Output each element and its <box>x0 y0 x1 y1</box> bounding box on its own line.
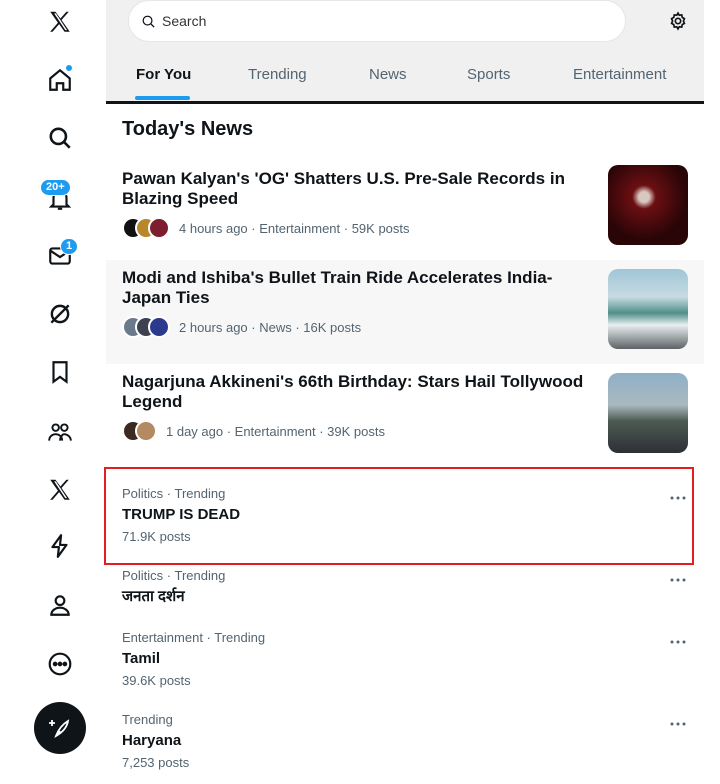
news-headline: Modi and Ishiba's Bullet Train Ride Acce… <box>122 268 553 307</box>
compose-post-icon <box>49 719 70 739</box>
news-meta: 1 day ago · Entertainment · 39K posts <box>122 420 385 442</box>
tab-sports[interactable]: Sports <box>467 52 510 100</box>
more-options-icon[interactable] <box>666 490 690 506</box>
trend-category: Politics · Trending <box>122 568 226 583</box>
news-meta: 2 hours ago · News · 16K posts <box>122 316 361 338</box>
search-input[interactable]: Search <box>162 13 206 29</box>
avatar <box>148 217 170 239</box>
trend-post-count: 39.6K posts <box>122 673 191 688</box>
home-unread-dot <box>65 64 73 72</box>
news-thumbnail <box>608 165 688 245</box>
news-meta-text: 1 day ago · Entertainment · 39K posts <box>166 423 385 439</box>
news-item[interactable]: Nagarjuna Akkineni's 66th Birthday: Star… <box>106 364 704 468</box>
trend-item[interactable]: Entertainment · Trending Tamil 39.6K pos… <box>106 628 704 710</box>
section-title: Today's News <box>122 118 254 140</box>
sidebar: 20+ 1 <box>0 0 106 784</box>
premium-x-icon[interactable] <box>45 475 75 505</box>
trend-name: TRUMP IS DEAD <box>122 506 241 523</box>
tab-for-you[interactable]: For You <box>136 52 191 100</box>
more-options-icon[interactable] <box>666 716 690 732</box>
avatar <box>135 420 157 442</box>
news-headline: Pawan Kalyan's 'OG' Shatters U.S. Pre-Sa… <box>122 169 565 208</box>
trend-category: Entertainment · Trending <box>122 630 266 645</box>
gear-icon[interactable] <box>667 10 689 32</box>
avatar <box>148 316 170 338</box>
search-icon <box>142 15 155 28</box>
communities-icon[interactable] <box>45 417 75 447</box>
tab-trending[interactable]: Trending <box>248 52 307 100</box>
trend-item[interactable]: Politics · Trending जनता दर्शन <box>106 566 704 628</box>
avatar-stack <box>122 420 157 442</box>
compose-post-button[interactable] <box>34 702 86 754</box>
notifications-badge: 20+ <box>40 179 71 196</box>
news-thumbnail <box>608 373 688 453</box>
trend-item[interactable]: Trending Haryana 7,253 posts <box>106 710 704 784</box>
more-icon[interactable] <box>45 649 75 679</box>
messages-badge: 1 <box>60 238 79 255</box>
search-bar[interactable]: Search <box>128 0 626 42</box>
trend-post-count: 7,253 posts <box>122 755 190 770</box>
news-meta-text: 2 hours ago · News · 16K posts <box>179 319 362 335</box>
explore-tabs: For You Trending News Sports Entertainme… <box>106 52 704 100</box>
news-item[interactable]: Pawan Kalyan's 'OG' Shatters U.S. Pre-Sa… <box>106 161 704 265</box>
trend-item[interactable]: Politics · Trending TRUMP IS DEAD 71.9K … <box>106 468 704 564</box>
news-headline: Nagarjuna Akkineni's 66th Birthday: Star… <box>122 372 584 411</box>
trend-name: जनता दर्शन <box>122 588 185 605</box>
trend-post-count: 71.9K posts <box>122 529 191 544</box>
bookmarks-icon[interactable] <box>45 357 75 387</box>
trend-category: Politics · Trending <box>122 486 226 501</box>
trend-category: Trending <box>122 712 173 727</box>
more-options-icon[interactable] <box>666 634 690 650</box>
news-thumbnail <box>608 269 688 349</box>
grok-icon[interactable] <box>45 299 75 329</box>
explore-header: Search For You Trending News Sports Ente… <box>106 0 704 104</box>
trend-name: Tamil <box>122 650 161 667</box>
app-root: 20+ 1 Search For You Trending News Sport… <box>0 0 720 784</box>
profile-icon[interactable] <box>45 590 75 620</box>
active-tab-indicator <box>135 96 190 100</box>
trend-name: Haryana <box>122 732 182 749</box>
x-logo-icon[interactable] <box>45 7 75 37</box>
news-meta-text: 4 hours ago · Entertainment · 59K posts <box>179 220 410 236</box>
tab-entertainment[interactable]: Entertainment <box>573 52 666 100</box>
news-meta: 4 hours ago · Entertainment · 59K posts <box>122 217 410 239</box>
avatar-stack <box>122 217 170 239</box>
scrollbar-gutter <box>704 0 720 784</box>
more-options-icon[interactable] <box>666 572 690 588</box>
avatar-stack <box>122 316 170 338</box>
tab-news[interactable]: News <box>369 52 407 100</box>
news-item[interactable]: Modi and Ishiba's Bullet Train Ride Acce… <box>106 260 704 364</box>
explore-icon[interactable] <box>45 123 75 153</box>
verified-orgs-icon[interactable] <box>45 531 75 561</box>
explore-feed: Today's News Pawan Kalyan's 'OG' Shatter… <box>104 104 704 784</box>
